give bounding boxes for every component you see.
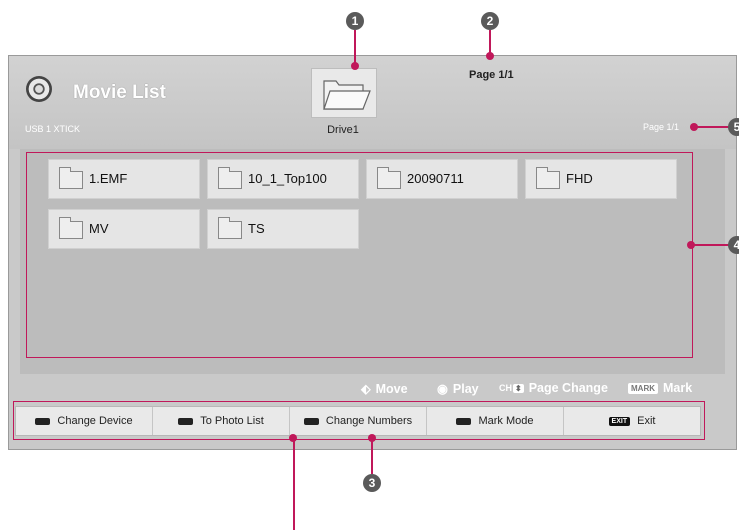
movie-disc-icon: [26, 76, 52, 102]
hint-page-change: CH ⬍ Page Change: [499, 381, 608, 395]
callout-line-1: [354, 30, 356, 66]
callout-button-bar-frame: [13, 401, 705, 440]
drive-label: Drive1: [327, 124, 359, 136]
hint-page-change-label: Page Change: [528, 381, 608, 395]
callout-line-3: [371, 438, 373, 474]
callout-number-3: 3: [363, 474, 381, 492]
page-indicator-top: Page 1/1: [469, 69, 514, 81]
callout-dot-bottom: [289, 434, 297, 442]
arrows-icon: ⬖: [361, 382, 371, 396]
key-hints: ⬖ Move ◉ Play CH ⬍ Page Change MARK Mark: [9, 374, 736, 402]
ok-button-icon: ◉: [437, 382, 448, 396]
callout-number-5: 5: [728, 118, 739, 136]
hint-play: ◉ Play: [437, 381, 479, 397]
hint-move-label: Move: [375, 381, 408, 396]
callout-file-list-frame: [26, 152, 693, 358]
page-title: Movie List: [73, 82, 166, 103]
drive-folder-button[interactable]: [311, 68, 377, 118]
hint-mark-label: Mark: [663, 381, 693, 395]
mark-badge: MARK: [628, 382, 658, 394]
callout-number-2: 2: [481, 12, 499, 30]
callout-dot-1: [351, 62, 359, 70]
callout-dot-2: [486, 52, 494, 60]
callout-dot-4: [687, 241, 695, 249]
callout-line-bottom: [293, 438, 295, 530]
callout-dot-5: [690, 123, 698, 131]
hint-play-label: Play: [452, 381, 479, 396]
hint-mark: MARK Mark: [628, 381, 692, 395]
page-indicator-right: Page 1/1: [643, 122, 680, 132]
callout-number-4: 4: [728, 236, 739, 254]
header: Movie List USB 1 XTICK Drive1 Page 1/1 P…: [9, 56, 736, 149]
open-folder-icon: [323, 80, 371, 110]
ch-badge-icon: CH ⬍: [499, 383, 524, 393]
callout-dot-3: [368, 434, 376, 442]
device-label: USB 1 XTICK: [25, 124, 81, 134]
hint-move: ⬖ Move: [361, 381, 408, 397]
callout-number-1: 1: [346, 12, 364, 30]
